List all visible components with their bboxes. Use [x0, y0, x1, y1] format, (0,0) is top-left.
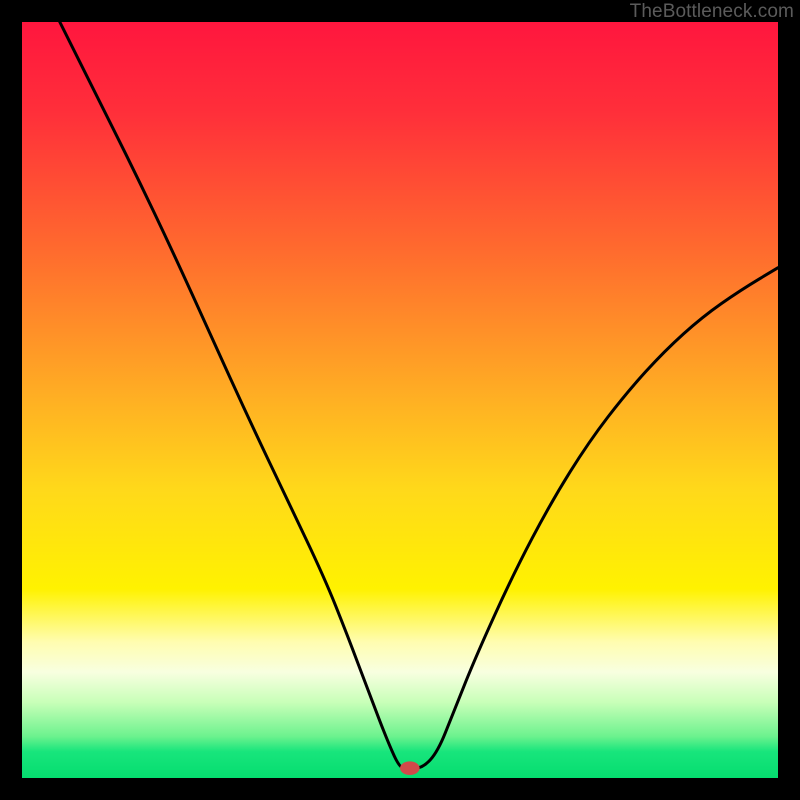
- gradient-background: [22, 22, 778, 778]
- watermark-text: TheBottleneck.com: [630, 1, 794, 23]
- chart-svg: [22, 22, 778, 778]
- bottleneck-chart: [22, 22, 778, 778]
- optimal-marker: [400, 761, 420, 775]
